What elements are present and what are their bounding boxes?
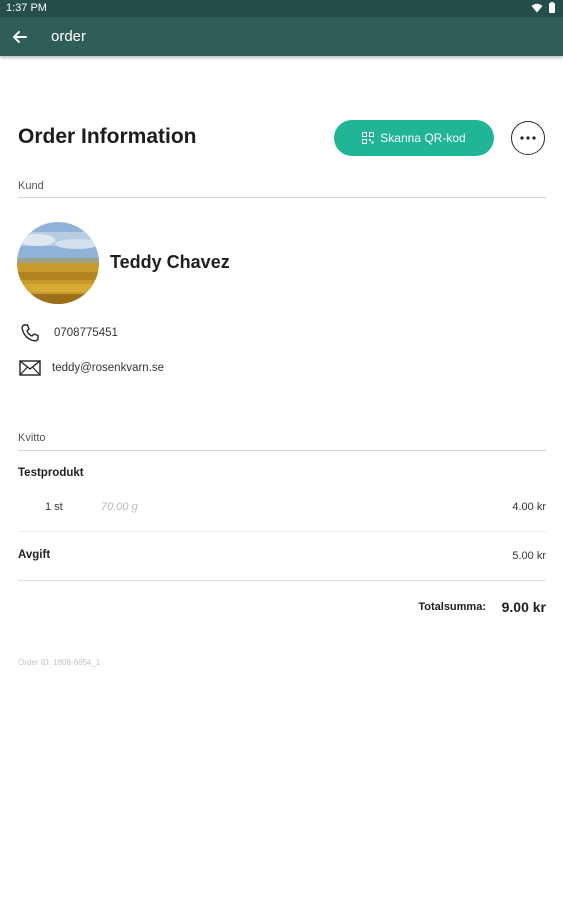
product-name: Testprodukt bbox=[18, 467, 84, 479]
status-bar: 1:37 PM bbox=[0, 0, 563, 17]
fee-amount: 5.00 kr bbox=[512, 550, 546, 562]
avatar bbox=[17, 222, 99, 304]
total-amount: 9.00 kr bbox=[501, 599, 546, 615]
receipt-divider bbox=[18, 450, 546, 451]
scan-qr-label: Skanna QR-kod bbox=[380, 131, 466, 145]
more-options-button[interactable] bbox=[511, 121, 545, 155]
email-address: teddy@rosenkvarn.se bbox=[52, 362, 165, 374]
more-horizontal-icon bbox=[520, 136, 536, 140]
app-bar-title: order bbox=[51, 28, 87, 45]
status-time: 1:37 PM bbox=[6, 2, 47, 14]
phone-number: 0708775451 bbox=[54, 327, 118, 339]
status-icons bbox=[531, 2, 555, 13]
total-label: Totalsumma: bbox=[418, 601, 486, 613]
battery-icon bbox=[549, 2, 555, 13]
order-id: Order ID: 1808-6654_1 bbox=[18, 658, 101, 667]
avatar-landscape-image bbox=[17, 222, 99, 304]
customer-name: Teddy Chavez bbox=[110, 252, 230, 272]
phone-icon bbox=[18, 323, 42, 343]
product-divider bbox=[18, 531, 546, 532]
fee-divider bbox=[18, 580, 546, 581]
page-title: Order Information bbox=[18, 125, 197, 148]
wifi-icon bbox=[531, 3, 543, 12]
email-row[interactable]: teddy@rosenkvarn.se bbox=[18, 358, 164, 378]
receipt-section-label: Kvitto bbox=[18, 432, 46, 444]
phone-row[interactable]: 0708775451 bbox=[18, 323, 118, 343]
back-arrow-icon[interactable] bbox=[10, 27, 30, 47]
product-price: 4.00 kr bbox=[512, 501, 546, 513]
mail-icon bbox=[18, 358, 42, 378]
fee-label: Avgift bbox=[18, 549, 51, 561]
qr-code-icon bbox=[362, 132, 375, 144]
customer-section-label: Kund bbox=[18, 180, 44, 192]
product-quantity: 1 st bbox=[45, 501, 63, 513]
customer-divider bbox=[18, 197, 546, 198]
scan-qr-button[interactable]: Skanna QR-kod bbox=[334, 120, 494, 156]
app-bar: order bbox=[0, 17, 563, 56]
product-weight: 70.00 g bbox=[101, 501, 138, 513]
